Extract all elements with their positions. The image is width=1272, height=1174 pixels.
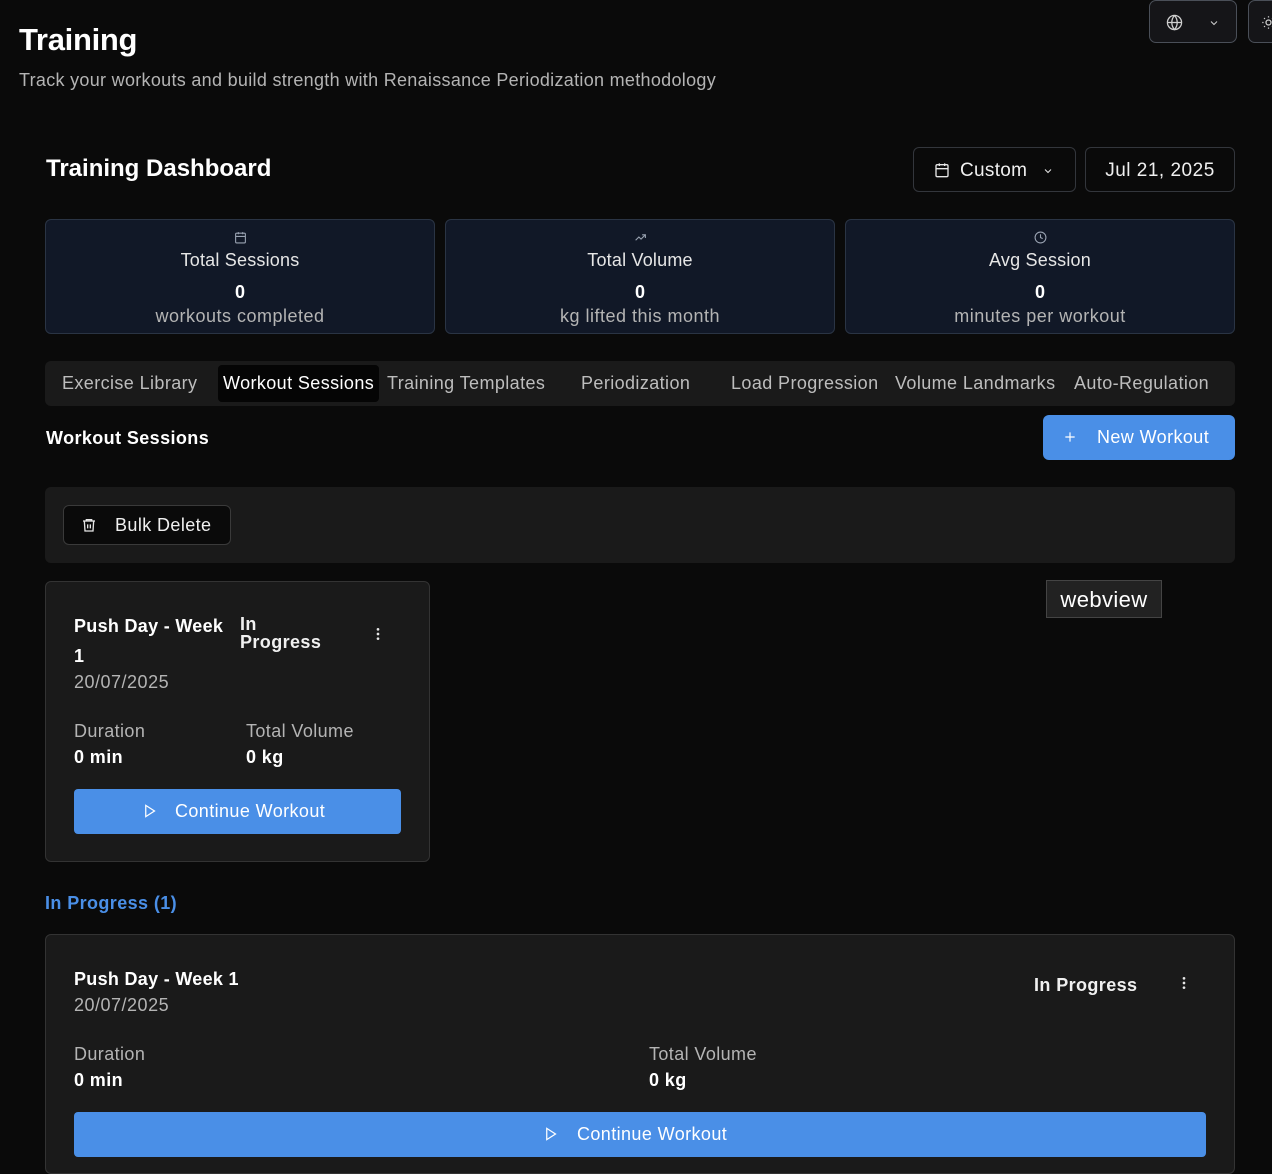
- tab-load-progression[interactable]: Load Progression: [731, 365, 879, 402]
- more-vertical-icon[interactable]: [1176, 975, 1192, 991]
- new-workout-button[interactable]: New Workout: [1043, 415, 1235, 460]
- trending-up-icon: [634, 231, 647, 244]
- more-vertical-icon[interactable]: [370, 626, 386, 642]
- tab-volume-landmarks[interactable]: Volume Landmarks: [895, 365, 1055, 402]
- bulk-delete-label: Bulk Delete: [115, 515, 212, 535]
- stat-value: 0: [234, 282, 245, 302]
- stat-title: Avg Session: [989, 250, 1091, 270]
- tab-training-templates[interactable]: Training Templates: [387, 365, 545, 402]
- new-workout-label: New Workout: [1097, 427, 1210, 447]
- continue-workout-label: Continue Workout: [577, 1124, 728, 1144]
- clock-icon: [1034, 231, 1047, 244]
- volume-value: 0 kg: [649, 1070, 687, 1090]
- volume-value: 0 kg: [246, 747, 284, 767]
- stat-card-total-volume: Total Volume 0 kg lifted this month: [445, 219, 835, 334]
- duration-label: Duration: [74, 1044, 146, 1064]
- calendar-icon: [234, 231, 247, 244]
- chevron-down-icon: [1208, 17, 1220, 29]
- theme-toggle[interactable]: [1248, 0, 1272, 43]
- trash-icon: [81, 516, 97, 534]
- continue-workout-label: Continue Workout: [175, 801, 326, 821]
- stat-value: 0: [1034, 282, 1045, 302]
- calendar-icon: [934, 162, 950, 178]
- webview-text: webview: [1060, 587, 1148, 612]
- status-badge: In Progress: [240, 614, 322, 652]
- globe-icon: [1166, 14, 1183, 31]
- webview-label: webview: [1046, 580, 1162, 618]
- duration-value: 0 min: [74, 747, 124, 767]
- date-picker-button[interactable]: Jul 21, 2025: [1085, 147, 1235, 192]
- date-range-label: Custom: [960, 160, 1028, 181]
- bulk-delete-button[interactable]: Bulk Delete: [63, 505, 231, 545]
- continue-workout-button[interactable]: Continue Workout: [74, 1112, 1206, 1157]
- stat-description: kg lifted this month: [559, 306, 721, 326]
- workout-name: Push Day - Week 1: [74, 616, 224, 666]
- play-icon: [543, 1126, 558, 1142]
- volume-label: Total Volume: [649, 1044, 757, 1064]
- workout-date: 20/07/2025: [74, 995, 170, 1015]
- workout-name: Push Day - Week 1: [74, 969, 239, 989]
- stat-card-total-sessions: Total Sessions 0 workouts completed: [45, 219, 435, 334]
- chevron-down-icon: [1042, 165, 1054, 177]
- sun-icon: [1261, 15, 1272, 30]
- workout-card: Push Day - Week 1 In Progress 20/07/2025…: [45, 581, 430, 862]
- plus-icon: [1063, 430, 1077, 444]
- continue-workout-button[interactable]: Continue Workout: [74, 789, 401, 834]
- volume-label: Total Volume: [246, 721, 354, 741]
- page-subtitle: Track your workouts and build strength w…: [19, 70, 716, 90]
- language-selector[interactable]: [1149, 0, 1237, 43]
- tab-auto-regulation[interactable]: Auto-Regulation: [1074, 365, 1209, 402]
- date-label: Jul 21, 2025: [1105, 160, 1215, 181]
- tab-workout-sessions[interactable]: Workout Sessions: [218, 365, 380, 402]
- stat-card-avg-session: Avg Session 0 minutes per workout: [845, 219, 1235, 334]
- stat-title: Total Sessions: [180, 250, 300, 270]
- section-title: Workout Sessions: [46, 428, 210, 448]
- tab-exercise-library[interactable]: Exercise Library: [62, 365, 197, 402]
- bulk-actions-bar: Bulk Delete: [45, 487, 1235, 563]
- tab-periodization[interactable]: Periodization: [581, 365, 690, 402]
- play-icon: [142, 803, 157, 819]
- stat-value: 0: [634, 282, 645, 302]
- dashboard-title: Training Dashboard: [46, 155, 272, 182]
- date-range-select[interactable]: Custom: [913, 147, 1076, 192]
- duration-value: 0 min: [74, 1070, 124, 1090]
- stat-title: Total Volume: [587, 250, 693, 270]
- stat-description: minutes per workout: [954, 306, 1126, 326]
- status-badge: In Progress: [1034, 975, 1138, 995]
- workout-date: 20/07/2025: [74, 672, 170, 692]
- page-title: Training: [19, 22, 138, 57]
- training-tabs: Exercise Library Workout Sessions Traini…: [45, 361, 1235, 406]
- duration-label: Duration: [74, 721, 146, 741]
- workout-card: Push Day - Week 1 20/07/2025 In Progress…: [45, 934, 1235, 1174]
- in-progress-group-title: In Progress (1): [45, 893, 178, 913]
- stat-description: workouts completed: [155, 306, 325, 326]
